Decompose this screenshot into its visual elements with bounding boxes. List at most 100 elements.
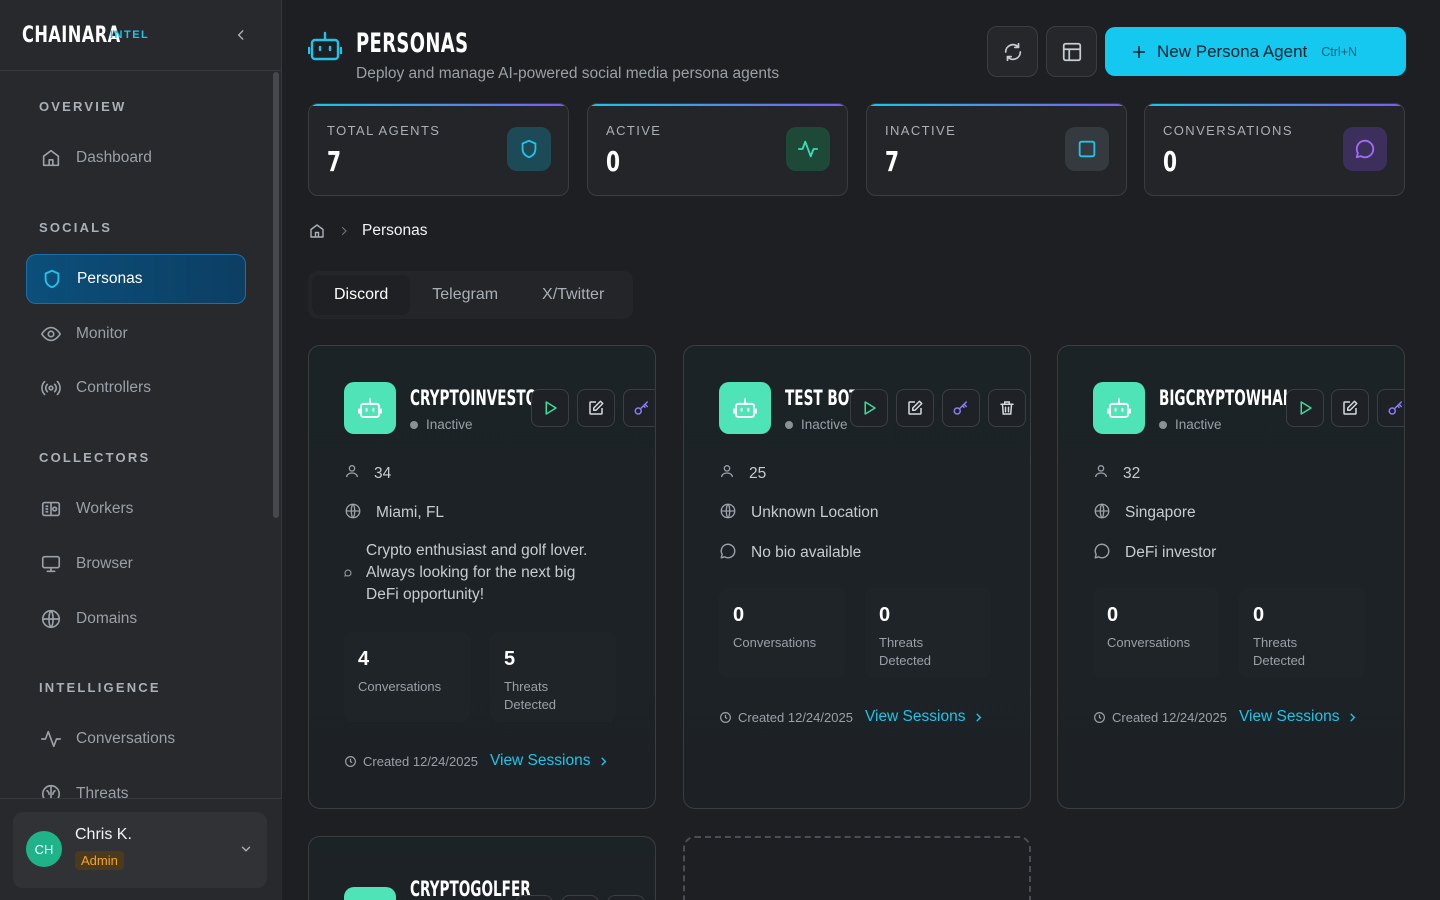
monitor-icon bbox=[41, 555, 61, 573]
stat-number: 0 bbox=[1107, 604, 1119, 626]
stat-label: ACTIVE bbox=[606, 123, 662, 138]
section-title-overview: OVERVIEW bbox=[39, 99, 127, 114]
activity-icon bbox=[797, 140, 819, 158]
collapse-sidebar-button[interactable] bbox=[231, 25, 251, 45]
edit-button[interactable] bbox=[896, 389, 934, 427]
age-value: 32 bbox=[1123, 465, 1141, 482]
credentials-button[interactable] bbox=[607, 895, 645, 900]
start-button[interactable] bbox=[531, 389, 569, 427]
start-button[interactable] bbox=[1286, 389, 1324, 427]
layout-icon bbox=[1062, 42, 1081, 61]
stat-label: CONVERSATIONS bbox=[1163, 123, 1293, 138]
bio-line: Always looking for the next big bbox=[366, 564, 576, 581]
chevron-right-icon bbox=[976, 713, 982, 721]
user-panel: CH Chris K. Admin bbox=[0, 798, 282, 900]
status-dot bbox=[1159, 420, 1167, 429]
tab-discord[interactable]: Discord bbox=[312, 275, 411, 315]
persona-name: CRYPTOINVESTOR bbox=[410, 386, 548, 410]
page-title: PERSONAS bbox=[356, 28, 469, 59]
sidebar-item-label: Threats bbox=[76, 785, 129, 798]
stat-number: 0 bbox=[733, 604, 745, 626]
layout-toggle-button[interactable] bbox=[1046, 26, 1097, 77]
globe-icon bbox=[41, 609, 61, 629]
key-icon bbox=[1388, 401, 1402, 415]
user-name: Chris K. bbox=[75, 826, 132, 843]
sidebar-item-label: Dashboard bbox=[76, 149, 152, 166]
edit-icon bbox=[908, 400, 923, 415]
user-icon bbox=[1095, 465, 1107, 478]
stat-card-conversations: CONVERSATIONS 0 bbox=[1144, 103, 1405, 196]
sidebar: CHAINARA INTEL OVERVIEW Dashboard SOCIAL… bbox=[0, 0, 282, 900]
view-sessions-link[interactable]: View Sessions bbox=[490, 752, 610, 770]
location-value: Miami, FL bbox=[376, 504, 445, 521]
persona-card: CRYPTOGOLFER bbox=[308, 836, 656, 900]
sidebar-item-label: Personas bbox=[77, 270, 143, 287]
keyboard-shortcut: Ctrl+N bbox=[1321, 44, 1358, 59]
bot-avatar bbox=[344, 887, 396, 900]
view-sessions-link[interactable]: View Sessions bbox=[1239, 708, 1359, 726]
delete-button[interactable] bbox=[988, 389, 1026, 427]
add-persona-card[interactable] bbox=[683, 836, 1031, 900]
stat-value: 0 bbox=[606, 145, 621, 178]
bio-line: DeFi opportunity! bbox=[366, 586, 485, 603]
stat-value: 7 bbox=[885, 145, 900, 178]
role-badge: Admin bbox=[75, 851, 124, 870]
user-menu[interactable]: CH Chris K. Admin bbox=[13, 812, 267, 888]
persona-location: Unknown Location bbox=[719, 502, 879, 524]
credentials-button[interactable] bbox=[623, 389, 655, 427]
sidebar-nav: OVERVIEW Dashboard SOCIALS Personas Moni… bbox=[0, 71, 282, 798]
globe-icon bbox=[720, 503, 736, 519]
shield-icon bbox=[44, 269, 60, 289]
bot-icon bbox=[1107, 398, 1131, 418]
persona-footer: Created 12/24/2025 View Sessions bbox=[719, 708, 984, 726]
start-button[interactable] bbox=[515, 895, 553, 900]
stat-value: 7 bbox=[327, 145, 342, 178]
message-icon bbox=[344, 569, 352, 577]
persona-status: Inactive bbox=[1159, 417, 1222, 432]
sidebar-item-label: Conversations bbox=[76, 730, 176, 747]
persona-card: CRYPTOINVESTOR Inactive 34 Miami, FL Cry… bbox=[308, 345, 656, 809]
key-icon bbox=[634, 401, 648, 415]
sidebar-item-dashboard[interactable]: Dashboard bbox=[26, 133, 246, 183]
sidebar-item-personas[interactable]: Personas bbox=[26, 254, 246, 304]
credentials-button[interactable] bbox=[1377, 389, 1404, 427]
edit-button[interactable] bbox=[577, 389, 615, 427]
credentials-button[interactable] bbox=[942, 389, 980, 427]
stat-label: INACTIVE bbox=[885, 123, 957, 138]
sidebar-item-controllers[interactable]: Controllers bbox=[26, 363, 246, 413]
sidebar-item-monitor[interactable]: Monitor bbox=[26, 309, 246, 359]
square-icon bbox=[1078, 140, 1096, 158]
sidebar-item-threats[interactable]: Threats bbox=[26, 769, 246, 798]
clock-icon bbox=[720, 711, 731, 723]
sidebar-item-conversations[interactable]: Conversations bbox=[26, 714, 246, 764]
clock-icon bbox=[1094, 711, 1105, 723]
new-persona-agent-button[interactable]: New Persona Agent Ctrl+N bbox=[1105, 27, 1406, 76]
sidebar-item-label: Controllers bbox=[76, 379, 151, 396]
user-icon bbox=[346, 465, 358, 478]
refresh-icon bbox=[1004, 42, 1021, 61]
sidebar-item-browser[interactable]: Browser bbox=[26, 539, 246, 589]
status-dot bbox=[785, 420, 793, 429]
chevron-left-icon bbox=[237, 30, 244, 40]
home-icon[interactable] bbox=[308, 222, 326, 240]
tab-telegram[interactable]: Telegram bbox=[410, 275, 520, 315]
brain-icon bbox=[41, 784, 61, 798]
edit-icon bbox=[1343, 400, 1358, 415]
threats-stat: 0 Threats Detected bbox=[865, 588, 991, 678]
brand: CHAINARA INTEL bbox=[0, 0, 281, 71]
bot-avatar bbox=[344, 382, 396, 434]
sidebar-item-workers[interactable]: Workers bbox=[26, 484, 246, 534]
bot-icon bbox=[358, 398, 382, 418]
stat-card-inactive: INACTIVE 7 bbox=[866, 103, 1127, 196]
edit-button[interactable] bbox=[561, 895, 599, 900]
sidebar-item-domains[interactable]: Domains bbox=[26, 594, 246, 644]
edit-button[interactable] bbox=[1331, 389, 1369, 427]
tab-x-twitter[interactable]: X/Twitter bbox=[520, 275, 626, 315]
start-button[interactable] bbox=[850, 389, 888, 427]
view-sessions-link[interactable]: View Sessions bbox=[865, 708, 985, 726]
globe-icon bbox=[1094, 503, 1110, 519]
refresh-button[interactable] bbox=[987, 26, 1038, 77]
sidebar-item-label: Workers bbox=[76, 500, 134, 517]
bot-icon bbox=[733, 398, 757, 418]
persona-bio: Crypto enthusiast and golf lover. Always… bbox=[344, 540, 587, 606]
